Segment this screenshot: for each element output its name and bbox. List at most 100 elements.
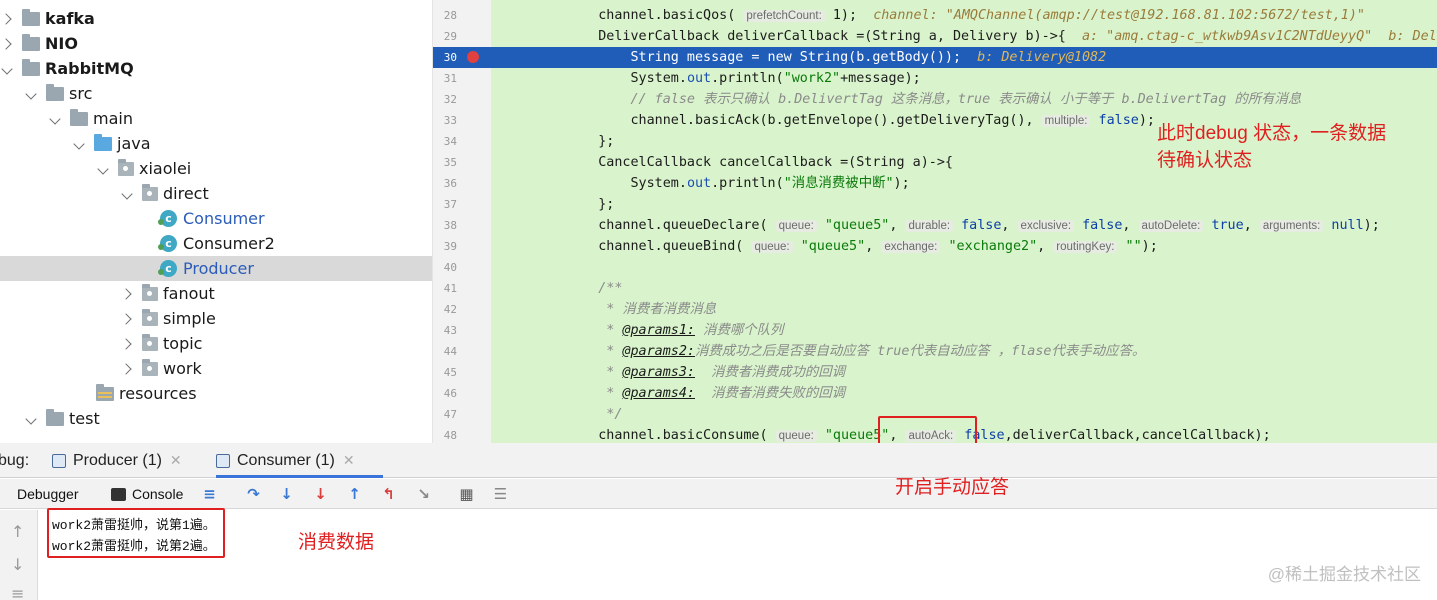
menu-icon[interactable]: ≡ <box>201 486 218 502</box>
tree-item-label: test <box>69 409 100 428</box>
tree-item[interactable]: work <box>0 356 432 381</box>
force-step-into-icon[interactable]: ↓ <box>312 486 329 502</box>
tree-item-label: src <box>69 84 93 103</box>
code-line[interactable]: 39 channel.queueBind( queue: "queue5", e… <box>433 236 1437 257</box>
line-number: 48 <box>443 429 457 442</box>
tree-item[interactable]: test <box>0 406 432 431</box>
tree-item[interactable]: c Consumer <box>0 206 432 231</box>
manual-ack-annotation: 开启手动应答 <box>895 477 1010 498</box>
package-icon <box>142 358 158 376</box>
tree-item[interactable]: src <box>0 81 432 106</box>
chevron-right-icon[interactable] <box>0 11 16 27</box>
trace-icon[interactable]: ☰ <box>492 486 509 502</box>
line-number: 33 <box>443 114 457 127</box>
tab-label: Consumer (1) <box>237 451 335 469</box>
code-line[interactable]: 37 }; <box>433 194 1437 215</box>
java-class-icon: c <box>158 235 177 252</box>
tree-item[interactable]: RabbitMQ <box>0 56 432 81</box>
tree-item-label: direct <box>163 184 209 203</box>
code-editor[interactable]: 28 channel.basicQos( prefetchCount: 1); … <box>433 0 1437 443</box>
folder-icon <box>22 33 40 51</box>
console-tab[interactable]: Console <box>111 479 183 509</box>
code-line[interactable]: 28 channel.basicQos( prefetchCount: 1); … <box>433 5 1437 26</box>
project-tree: kafka NIO RabbitMQ src main java xiaolei direct… <box>0 0 433 443</box>
console-output[interactable]: work2萧雷挺帅，说第1遍。 work2萧雷挺帅，说第2遍。 <box>38 510 1437 600</box>
line-number: 42 <box>443 303 457 316</box>
tree-item-label: Consumer2 <box>183 234 275 253</box>
step-into-icon[interactable]: ↓ <box>278 486 295 502</box>
tree-item[interactable]: main <box>0 106 432 131</box>
tree-item[interactable]: xiaolei <box>0 156 432 181</box>
tree-item[interactable]: NIO <box>0 31 432 56</box>
code-line[interactable]: 31 System.out.println("work2"+message); <box>433 68 1437 89</box>
tree-item[interactable]: java <box>0 131 432 156</box>
code-line[interactable]: 41 /** <box>433 278 1437 299</box>
chevron-right-icon[interactable] <box>0 36 16 52</box>
close-icon[interactable]: ✕ <box>343 452 355 469</box>
chevron-right-icon[interactable] <box>120 336 136 352</box>
folder-icon <box>22 58 40 76</box>
chevron-down-icon[interactable] <box>24 86 40 102</box>
tree-item[interactable]: topic <box>0 331 432 356</box>
line-number: 34 <box>443 135 457 148</box>
java-class-icon: c <box>158 260 177 277</box>
folder-icon <box>46 408 64 426</box>
tree-item[interactable]: resources <box>0 381 432 406</box>
chevron-down-icon[interactable] <box>72 136 88 152</box>
tree-item[interactable]: kafka <box>0 6 432 31</box>
code-line[interactable]: 36 System.out.println("消息消费被中断"); <box>433 173 1437 194</box>
code-line[interactable]: 29 DeliverCallback deliverCallback =(Str… <box>433 26 1437 47</box>
run-to-cursor-icon[interactable]: ↘ <box>415 486 432 502</box>
code-line[interactable]: 43 * @params1: 消费哪个队列 <box>433 320 1437 341</box>
menu-icon[interactable]: ≡ <box>11 584 24 600</box>
tree-item-label: NIO <box>45 34 78 53</box>
code-text: * @params4: 消费者消费失败的回调 <box>566 386 846 401</box>
evaluate-icon[interactable]: ▦ <box>458 486 475 502</box>
code-line[interactable]: 32 // false 表示只确认 b.DelivertTag 这条消息，tru… <box>433 89 1437 110</box>
tree-item[interactable]: c Producer <box>0 256 432 281</box>
code-line[interactable]: 45 * @params3: 消费者消费成功的回调 <box>433 362 1437 383</box>
folder-icon <box>70 108 88 126</box>
tree-item[interactable]: fanout <box>0 281 432 306</box>
tab-consumer[interactable]: Consumer (1) ✕ <box>216 443 383 478</box>
tree-item-label: xiaolei <box>139 159 192 178</box>
line-number: 38 <box>443 219 457 232</box>
tree-item[interactable]: c Consumer2 <box>0 231 432 256</box>
code-line[interactable]: 42 * 消费者消费消息 <box>433 299 1437 320</box>
arrow-up-icon[interactable]: ↑ <box>11 522 24 541</box>
close-icon[interactable]: ✕ <box>170 452 182 469</box>
code-text: channel.queueDeclare( queue: "queue5", d… <box>566 218 1380 233</box>
code-line[interactable]: 30 String message = new String(b.getBody… <box>433 47 1437 68</box>
chevron-right-icon[interactable] <box>120 311 136 327</box>
debugger-tab[interactable]: Debugger <box>17 479 79 509</box>
tab-producer[interactable]: Producer (1) ✕ <box>52 443 182 478</box>
code-line[interactable]: 46 * @params4: 消费者消费失败的回调 <box>433 383 1437 404</box>
drop-frame-icon[interactable]: ↰ <box>380 486 397 502</box>
line-number: 45 <box>443 366 457 379</box>
line-number: 28 <box>443 9 457 22</box>
line-number: 32 <box>443 93 457 106</box>
code-text: */ <box>566 407 623 422</box>
code-line[interactable]: 38 channel.queueDeclare( queue: "queue5"… <box>433 215 1437 236</box>
chevron-down-icon[interactable] <box>48 111 64 127</box>
chevron-down-icon[interactable] <box>0 61 16 77</box>
chevron-down-icon[interactable] <box>24 411 40 427</box>
tree-item[interactable]: simple <box>0 306 432 331</box>
step-out-icon[interactable]: ↑ <box>346 486 363 502</box>
tree-item-label: simple <box>163 309 216 328</box>
tree-item-label: Consumer <box>183 209 265 228</box>
code-text: * @params2:消费成功之后是否要自动应答 true代表自动应答 ，fla… <box>566 344 1146 359</box>
breakpoint-icon[interactable] <box>467 51 479 63</box>
chevron-right-icon[interactable] <box>120 286 136 302</box>
chevron-down-icon[interactable] <box>120 186 136 202</box>
arrow-down-icon[interactable]: ↓ <box>11 555 24 574</box>
line-number: 37 <box>443 198 457 211</box>
code-text: channel.basicAck(b.getEnvelope().getDeli… <box>566 113 1155 128</box>
code-line[interactable]: 40 <box>433 257 1437 278</box>
chevron-right-icon[interactable] <box>120 361 136 377</box>
tree-item-label: main <box>93 109 133 128</box>
chevron-down-icon[interactable] <box>96 161 112 177</box>
step-over-icon[interactable]: ↷ <box>245 486 262 502</box>
tree-item[interactable]: direct <box>0 181 432 206</box>
code-line[interactable]: 44 * @params2:消费成功之后是否要自动应答 true代表自动应答 ，… <box>433 341 1437 362</box>
